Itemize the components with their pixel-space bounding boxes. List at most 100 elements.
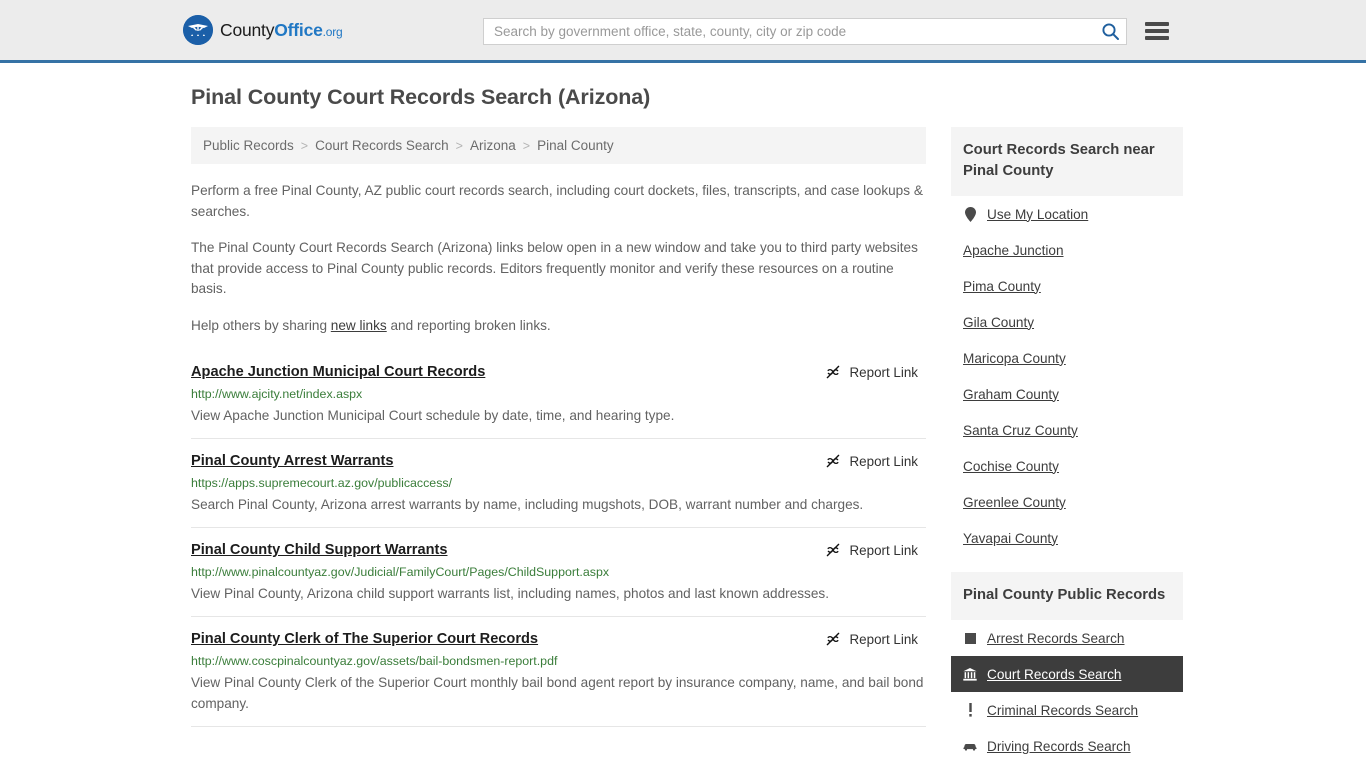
result-item: Pinal County Arrest Warrants Report Link [191, 438, 926, 527]
sidebar-link-label[interactable]: Yavapai County [963, 531, 1058, 546]
result-item-divider [191, 726, 926, 727]
intro-paragraph-1: Perform a free Pinal County, AZ public c… [191, 183, 923, 219]
logo-text-org: .org [322, 24, 343, 39]
site-header: CountyOffice.org [0, 0, 1366, 63]
logo-text: CountyOffice.org [220, 20, 343, 41]
hamburger-bar-2 [1145, 29, 1169, 33]
result-title-link[interactable]: Pinal County Child Support Warrants [191, 541, 447, 559]
report-link-button[interactable]: Report Link [825, 453, 926, 469]
breadcrumb-separator: > [522, 138, 531, 153]
intro-p3-before: Help others by sharing [191, 317, 331, 333]
result-url: http://www.coscpinalcountyaz.gov/assets/… [191, 654, 558, 668]
sidebar-nearby-title: Court Records Search near Pinal County [951, 127, 1183, 196]
sidebar-link-label[interactable]: Court Records Search [987, 667, 1121, 682]
hamburger-bar-1 [1145, 22, 1169, 26]
result-item: Pinal County Clerk of The Superior Court… [191, 616, 926, 726]
results-list: Apache Junction Municipal Court Records … [191, 355, 926, 727]
courthouse-icon [963, 667, 977, 681]
sidebar-item-graham-county[interactable]: Graham County [951, 376, 1183, 412]
sidebar-nearby-box: Court Records Search near Pinal County U… [951, 127, 1183, 556]
result-url: http://www.ajcity.net/index.aspx [191, 387, 363, 401]
square-icon [963, 632, 977, 644]
sidebar-item-apache-junction[interactable]: Apache Junction [951, 232, 1183, 268]
sidebar-item-yavapai-county[interactable]: Yavapai County [951, 520, 1183, 556]
map-pin-icon [963, 206, 977, 222]
sidebar: Court Records Search near Pinal County U… [951, 127, 1183, 768]
breadcrumb: Public Records > Court Records Search > … [191, 127, 926, 164]
sidebar-public-records-title: Pinal County Public Records [951, 572, 1183, 620]
report-link-label: Report Link [849, 364, 918, 380]
result-description: Search Pinal County, Arizona arrest warr… [191, 497, 864, 512]
search-icon [1101, 23, 1119, 40]
sidebar-public-records-box: Pinal County Public Records Arrest Recor… [951, 572, 1183, 764]
sidebar-link-label[interactable]: Pima County [963, 279, 1041, 294]
report-link-button[interactable]: Report Link [825, 631, 926, 647]
result-item: Apache Junction Municipal Court Records … [191, 355, 926, 438]
intro-paragraph-3: Help others by sharing new links and rep… [191, 316, 926, 337]
report-link-label: Report Link [849, 631, 918, 647]
search-bar [483, 18, 1127, 45]
report-link-label: Report Link [849, 453, 918, 469]
intro-paragraph-2: The Pinal County Court Records Search (A… [191, 240, 918, 296]
sidebar-link-label[interactable]: Santa Cruz County [963, 423, 1078, 438]
sidebar-link-label[interactable]: Use My Location [987, 207, 1088, 222]
sidebar-link-label[interactable]: Driving Records Search [987, 739, 1131, 754]
result-item: Pinal County Child Support Warrants Repo… [191, 527, 926, 616]
logo-text-office: Office [274, 19, 323, 40]
result-description: View Apache Junction Municipal Court sch… [191, 408, 675, 423]
sidebar-item-cochise-county[interactable]: Cochise County [951, 448, 1183, 484]
search-button[interactable] [1097, 20, 1123, 43]
sidebar-item-use-my-location[interactable]: Use My Location [951, 196, 1183, 232]
eagle-shield-icon [183, 15, 213, 45]
search-input[interactable] [483, 18, 1127, 45]
sidebar-link-label[interactable]: Apache Junction [963, 243, 1064, 258]
sidebar-link-label[interactable]: Criminal Records Search [987, 703, 1138, 718]
sidebar-link-label[interactable]: Maricopa County [963, 351, 1066, 366]
sidebar-nearby-list: Use My Location Apache Junction Pima Cou… [951, 196, 1183, 556]
sidebar-item-driving-records-search[interactable]: Driving Records Search [951, 728, 1183, 764]
report-link-button[interactable]: Report Link [825, 542, 926, 558]
sidebar-item-pima-county[interactable]: Pima County [951, 268, 1183, 304]
intro-p3-after: and reporting broken links. [386, 317, 551, 333]
breadcrumb-separator: > [300, 138, 309, 153]
result-description: View Pinal County, Arizona child support… [191, 586, 829, 601]
report-link-button[interactable]: Report Link [825, 364, 926, 380]
result-description: View Pinal County Clerk of the Superior … [191, 675, 924, 711]
sidebar-item-court-records-search[interactable]: Court Records Search [951, 656, 1183, 692]
result-title-link[interactable]: Pinal County Arrest Warrants [191, 452, 393, 470]
page-title: Pinal County Court Records Search (Arizo… [191, 85, 651, 109]
intro-text: Perform a free Pinal County, AZ public c… [191, 181, 926, 336]
sidebar-item-greenlee-county[interactable]: Greenlee County [951, 484, 1183, 520]
breadcrumb-item-pinal-county[interactable]: Pinal County [537, 138, 614, 153]
site-logo[interactable]: CountyOffice.org [183, 15, 343, 45]
breadcrumb-item-court-records-search[interactable]: Court Records Search [315, 138, 449, 153]
sidebar-item-arrest-records-search[interactable]: Arrest Records Search [951, 620, 1183, 656]
sidebar-item-maricopa-county[interactable]: Maricopa County [951, 340, 1183, 376]
breadcrumb-item-public-records[interactable]: Public Records [203, 138, 294, 153]
exclamation-icon [963, 703, 977, 717]
broken-link-icon [826, 365, 839, 379]
breadcrumb-item-arizona[interactable]: Arizona [470, 138, 516, 153]
sidebar-public-records-list: Arrest Records Search Court Records Sear… [951, 620, 1183, 764]
broken-link-icon [826, 454, 839, 468]
sidebar-link-label[interactable]: Arrest Records Search [987, 631, 1125, 646]
sidebar-link-label[interactable]: Graham County [963, 387, 1059, 402]
sidebar-link-label[interactable]: Greenlee County [963, 495, 1066, 510]
result-title-link[interactable]: Apache Junction Municipal Court Records [191, 363, 485, 381]
sidebar-link-label[interactable]: Gila County [963, 315, 1034, 330]
sidebar-item-santa-cruz-county[interactable]: Santa Cruz County [951, 412, 1183, 448]
sidebar-link-label[interactable]: Cochise County [963, 459, 1059, 474]
hamburger-bar-3 [1145, 36, 1169, 40]
broken-link-icon [826, 543, 839, 557]
new-links-link[interactable]: new links [331, 318, 387, 333]
hamburger-menu-icon[interactable] [1145, 20, 1169, 42]
result-url: https://apps.supremecourt.az.gov/publica… [191, 476, 453, 490]
sidebar-item-criminal-records-search[interactable]: Criminal Records Search [951, 692, 1183, 728]
page-container: Pinal County Court Records Search (Arizo… [183, 63, 1183, 768]
car-icon [963, 741, 977, 751]
breadcrumb-separator: > [455, 138, 463, 153]
logo-text-county: County [220, 19, 275, 40]
report-link-label: Report Link [849, 542, 918, 558]
result-title-link[interactable]: Pinal County Clerk of The Superior Court… [191, 630, 538, 648]
sidebar-item-gila-county[interactable]: Gila County [951, 304, 1183, 340]
